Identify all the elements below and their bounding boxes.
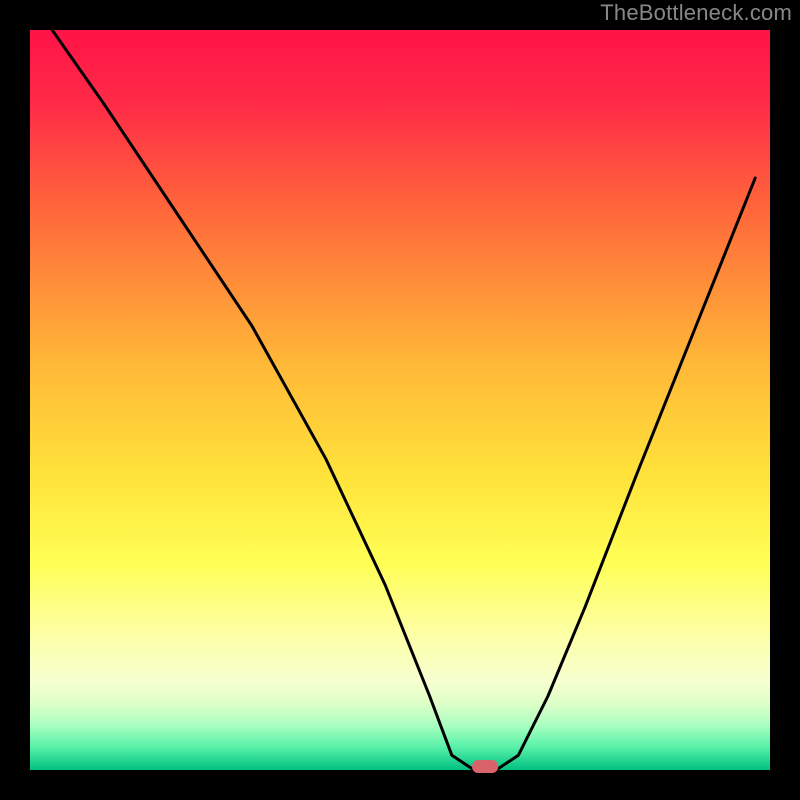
chart-svg — [0, 0, 800, 800]
chart-stage: TheBottleneck.com — [0, 0, 800, 800]
plot-background — [30, 30, 770, 770]
watermark-text: TheBottleneck.com — [600, 0, 792, 26]
optimal-marker — [472, 760, 498, 773]
